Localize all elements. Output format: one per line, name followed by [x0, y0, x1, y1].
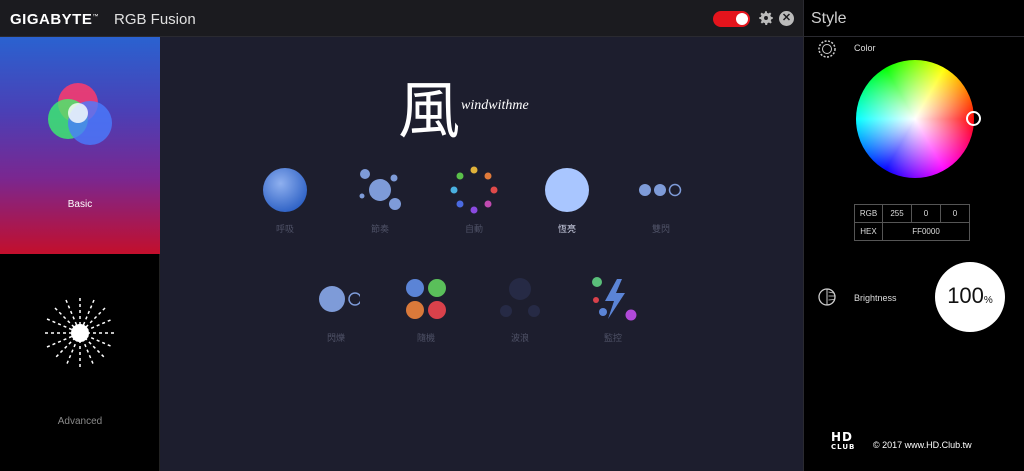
hdclub-logo: HD CLUB: [831, 430, 856, 451]
color-label: Color: [854, 43, 876, 53]
mode-random[interactable]: 隨機: [386, 275, 466, 365]
rgb-r-field[interactable]: 255: [882, 204, 912, 223]
mode-label: 隨機: [416, 333, 435, 343]
mode-wave[interactable]: 波浪: [480, 275, 560, 365]
logo-text: windwithme: [461, 98, 529, 113]
title-bar: GIGABYTE™ RGB Fusion ✕: [0, 0, 803, 37]
close-icon[interactable]: ✕: [779, 11, 794, 26]
mode-rhythm[interactable]: 節奏: [340, 166, 420, 256]
style-panel: Style Color RGB 255 0 0 HEX FF0000 Brigh…: [803, 0, 1024, 471]
brightness-value: 100: [947, 283, 984, 308]
main-content: 風 windwithme 呼吸 節奏 自動 恆亮 雙閃 閃爍 隨機 波浪 監控: [160, 37, 803, 471]
mode-double-flash[interactable]: 雙閃: [621, 166, 701, 256]
color-wheel[interactable]: [856, 60, 974, 178]
rgb-label: RGB: [854, 204, 883, 223]
app-title: RGB Fusion: [114, 11, 196, 28]
color-values-table: RGB 255 0 0 HEX FF0000: [854, 204, 970, 241]
power-toggle[interactable]: [713, 11, 750, 27]
mode-monitor[interactable]: 監控: [573, 275, 653, 365]
mode-label: 閃爍: [326, 333, 345, 343]
user-logo: 風 windwithme: [398, 75, 558, 155]
hex-field[interactable]: FF0000: [882, 222, 970, 241]
mode-label: 自動: [464, 224, 483, 234]
mode-breathing[interactable]: 呼吸: [245, 166, 325, 256]
mode-label: 節奏: [370, 224, 389, 234]
static-icon: [545, 168, 589, 212]
nav-basic[interactable]: Basic: [0, 37, 160, 254]
mode-static[interactable]: 恆亮: [527, 166, 607, 256]
random-icon: [406, 279, 446, 319]
rgb-circles-icon: [48, 83, 112, 145]
brightness-label: Brightness: [854, 293, 897, 303]
hex-label: HEX: [854, 222, 883, 241]
rgb-b-field[interactable]: 0: [940, 204, 970, 223]
nav-advanced-label: Advanced: [57, 416, 103, 427]
flash-icon: [319, 286, 360, 312]
color-ring-icon: [818, 40, 836, 58]
brand-logo: GIGABYTE™: [10, 11, 99, 28]
sunburst-icon: [45, 298, 115, 368]
rhythm-icon: [359, 169, 401, 210]
watermark-text: © 2017 www.HD.Club.tw: [873, 440, 972, 450]
mode-label: 波浪: [510, 333, 529, 343]
double-flash-icon: [639, 183, 682, 197]
brightness-icon: [818, 288, 836, 306]
breathing-icon: [263, 168, 307, 212]
lightning-icon: [592, 277, 637, 321]
style-title: Style: [811, 10, 847, 27]
brightness-dial[interactable]: 100%: [935, 262, 1005, 332]
color-wheel-handle[interactable]: [966, 111, 981, 126]
brightness-unit: %: [983, 295, 993, 306]
mode-label: 呼吸: [275, 224, 294, 234]
mode-auto[interactable]: 自動: [434, 166, 514, 256]
brightness-value-display: 100%: [935, 283, 1005, 309]
mode-flash[interactable]: 閃爍: [296, 275, 376, 365]
logo-glyph: 風: [398, 74, 461, 147]
auto-icon: [450, 166, 498, 214]
divider: [804, 36, 1024, 37]
mode-label: 監控: [603, 333, 622, 343]
gear-icon[interactable]: [757, 9, 775, 27]
hdclub-watermark: HD CLUB © 2017 www.HD.Club.tw: [827, 431, 1017, 453]
mode-label: 雙閃: [651, 224, 670, 234]
rgb-g-field[interactable]: 0: [911, 204, 941, 223]
wave-icon: [500, 278, 540, 317]
mode-label: 恆亮: [557, 224, 576, 234]
toggle-knob: [736, 13, 748, 25]
nav-advanced[interactable]: Advanced: [0, 254, 160, 471]
nav-basic-label: Basic: [67, 199, 93, 210]
